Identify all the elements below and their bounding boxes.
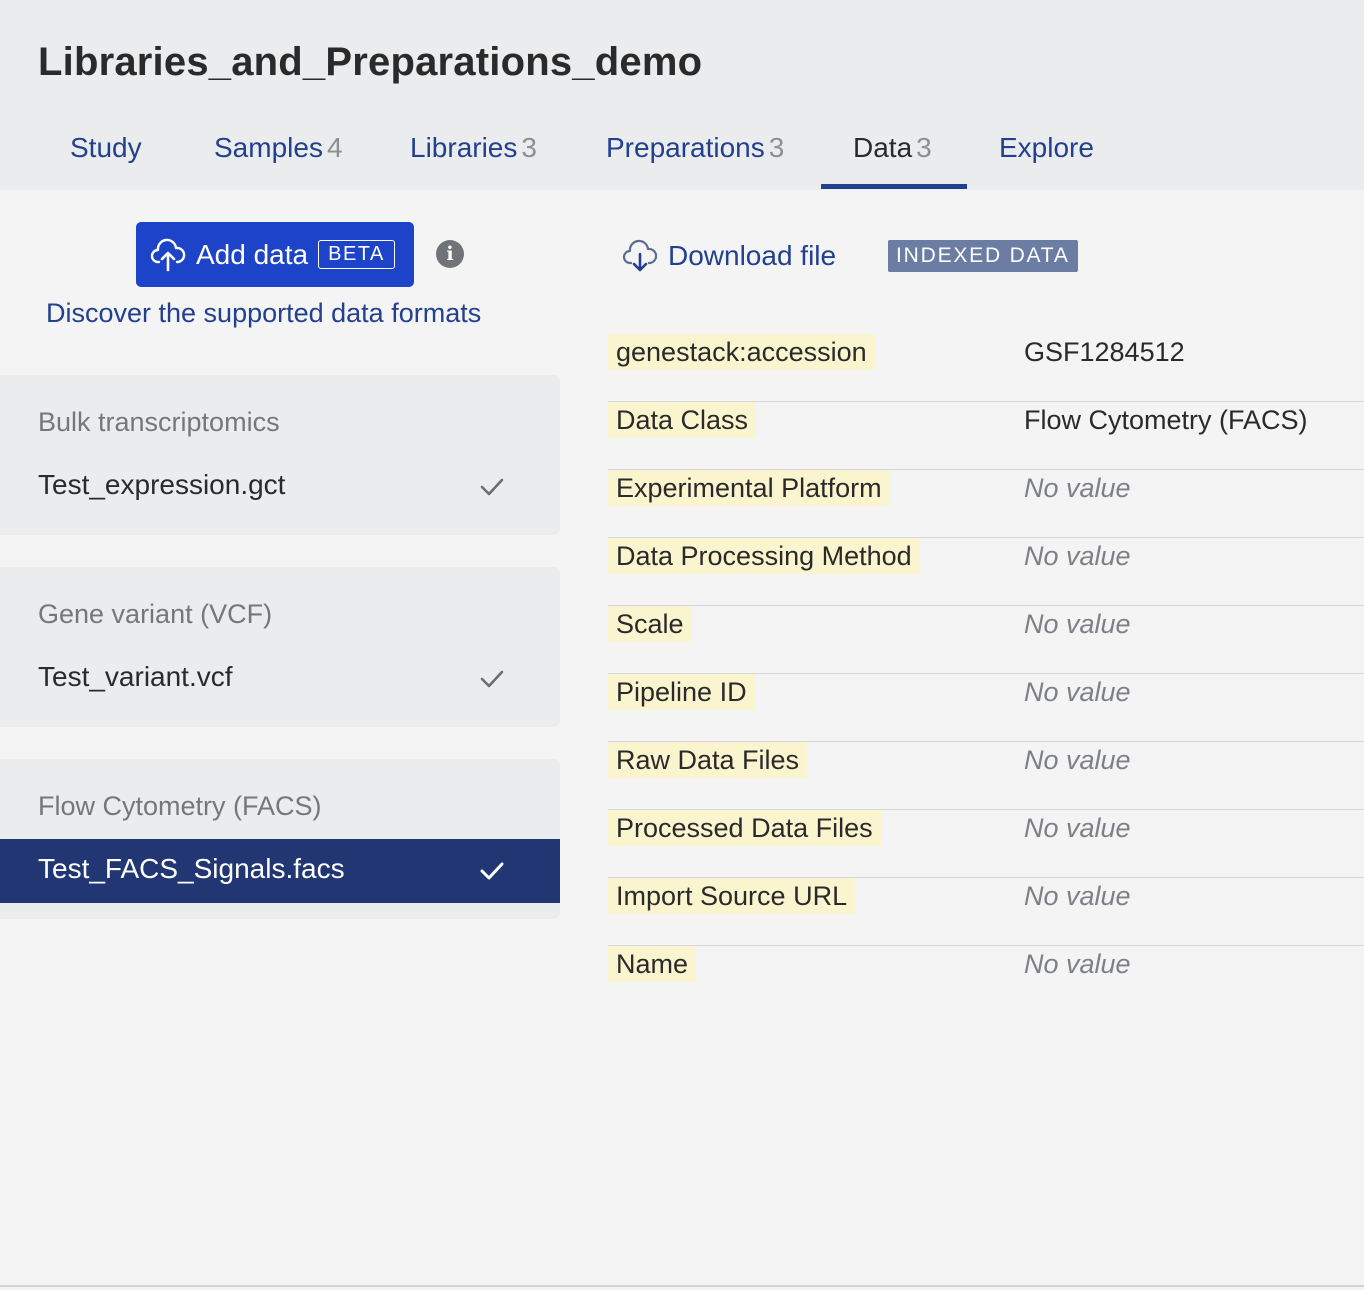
tab-explore[interactable]: Explore xyxy=(999,120,1094,190)
metadata-row: Pipeline ID No value xyxy=(608,674,1364,742)
metadata-value: No value xyxy=(1024,677,1131,707)
metadata-key: Experimental Platform xyxy=(608,470,890,506)
file-name: Test_FACS_Signals.facs xyxy=(38,853,345,884)
download-file-button[interactable]: Download file xyxy=(622,236,836,276)
indexed-data-badge: INDEXED DATA xyxy=(888,240,1078,272)
active-tab-indicator xyxy=(821,184,967,189)
study-header: Libraries_and_Preparations_demo Study Sa… xyxy=(0,0,1364,190)
tab-label: Data xyxy=(853,132,913,163)
metadata-value: No value xyxy=(1024,949,1131,979)
bottom-divider xyxy=(0,1285,1364,1287)
metadata-key: Pipeline ID xyxy=(608,674,755,710)
tab-count: 3 xyxy=(916,132,932,163)
metadata-key: Import Source URL xyxy=(608,878,856,914)
data-group-gene-variant: Gene variant (VCF) Test_variant.vcf xyxy=(0,567,560,727)
metadata-value: No value xyxy=(1024,881,1131,911)
tab-label: Preparations xyxy=(606,132,765,163)
metadata-value: Flow Cytometry (FACS) xyxy=(1024,405,1308,435)
cloud-download-icon xyxy=(622,239,658,272)
metadata-row: Scale No value xyxy=(608,606,1364,674)
beta-badge: BETA xyxy=(318,240,395,269)
metadata-key: genestack:accession xyxy=(608,334,875,370)
tab-count: 4 xyxy=(326,132,343,163)
file-item-test-facs-signals[interactable]: Test_FACS_Signals.facs xyxy=(0,839,560,903)
tab-libraries[interactable]: Libraries 3 xyxy=(410,120,537,190)
add-data-button[interactable]: Add data BETA xyxy=(136,222,414,287)
metadata-key: Raw Data Files xyxy=(608,742,808,778)
metadata-key: Processed Data Files xyxy=(608,810,881,846)
metadata-row: Data Class Flow Cytometry (FACS) xyxy=(608,402,1364,470)
tab-count: 3 xyxy=(521,132,537,163)
check-icon xyxy=(480,478,504,496)
add-data-label: Add data xyxy=(196,238,309,270)
metadata-row: genestack:accession GSF1284512 xyxy=(608,334,1364,402)
file-item-test-variant[interactable]: Test_variant.vcf xyxy=(0,647,560,711)
metadata-row: Name No value xyxy=(608,946,1364,1014)
metadata-key: Data Processing Method xyxy=(608,538,920,574)
supported-formats-link[interactable]: Discover the supported data formats xyxy=(46,298,481,329)
tab-count: 3 xyxy=(768,132,785,163)
group-title: Flow Cytometry (FACS) xyxy=(38,791,322,821)
metadata-row: Processed Data Files No value xyxy=(608,810,1364,878)
tab-label: Study xyxy=(70,132,142,163)
metadata-row: Import Source URL No value xyxy=(608,878,1364,946)
info-icon[interactable]: i xyxy=(436,240,464,268)
data-group-flow-cytometry: Flow Cytometry (FACS) Test_FACS_Signals.… xyxy=(0,759,560,919)
group-title: Gene variant (VCF) xyxy=(38,599,273,629)
tab-label: Samples xyxy=(214,132,323,163)
metadata-key: Scale xyxy=(608,606,692,642)
metadata-value: No value xyxy=(1024,745,1131,775)
metadata-key: Name xyxy=(608,946,697,982)
metadata-value: No value xyxy=(1024,473,1131,503)
download-file-label: Download file xyxy=(668,240,837,271)
file-name: Test_variant.vcf xyxy=(38,661,233,692)
group-title: Bulk transcriptomics xyxy=(38,407,280,437)
tab-preparations[interactable]: Preparations 3 xyxy=(606,120,784,190)
file-item-test-expression[interactable]: Test_expression.gct xyxy=(0,455,560,519)
cloud-upload-icon xyxy=(150,238,186,271)
tab-study[interactable]: Study xyxy=(70,120,142,190)
metadata-key: Data Class xyxy=(608,402,757,438)
page-title: Libraries_and_Preparations_demo xyxy=(38,40,703,84)
metadata-value: No value xyxy=(1024,609,1131,639)
data-group-bulk-transcriptomics: Bulk transcriptomics Test_expression.gct xyxy=(0,375,560,535)
tab-samples[interactable]: Samples 4 xyxy=(214,120,343,190)
tab-bar: Study Samples 4 Libraries 3 Preparations 3 … xyxy=(0,120,1364,190)
metadata-value: GSF1284512 xyxy=(1024,337,1185,367)
metadata-row: Data Processing Method No value xyxy=(608,538,1364,606)
metadata-row: Raw Data Files No value xyxy=(608,742,1364,810)
metadata-value: No value xyxy=(1024,541,1131,571)
metadata-value: No value xyxy=(1024,813,1131,843)
tab-label: Explore xyxy=(999,132,1094,163)
metadata-row: Experimental Platform No value xyxy=(608,470,1364,538)
tab-data[interactable]: Data 3 xyxy=(853,120,932,190)
tab-label: Libraries xyxy=(410,132,518,163)
file-name: Test_expression.gct xyxy=(38,469,286,500)
check-icon xyxy=(480,670,504,688)
check-icon xyxy=(480,862,504,880)
